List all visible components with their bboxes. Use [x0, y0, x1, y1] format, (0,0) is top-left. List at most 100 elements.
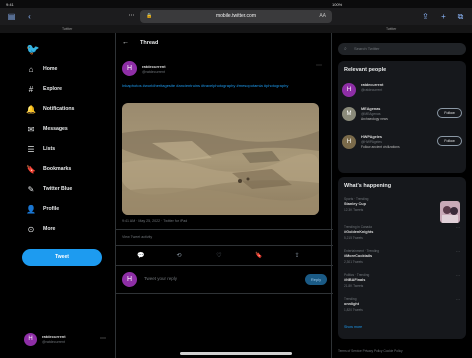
address-text: mobile.twitter.com [215, 13, 256, 19]
more-circle-icon: ⊙ [27, 225, 35, 234]
share-icon[interactable]: ⇪ [292, 251, 302, 261]
tweet-author[interactable]: H ratdecurrent @ratdecurrent ⋯ [122, 61, 322, 79]
tab-twitter-2[interactable]: Twitter [386, 27, 396, 32]
trend-category: Trending in Canada [344, 225, 372, 229]
retweet-icon[interactable]: ⟲ [174, 251, 184, 261]
more-dots-icon[interactable]: ⋯ [456, 297, 460, 302]
nav-lists[interactable]: ☰ Lists [22, 143, 112, 157]
tweet-activity-link[interactable]: View Tweet activity [122, 235, 152, 239]
search-placeholder: Search Twitter [354, 46, 380, 51]
like-icon[interactable]: ♡ [214, 251, 224, 261]
nav-label: More [43, 226, 56, 232]
nav-label: Explore [43, 86, 63, 92]
trend-title: #MoreCocktails [344, 254, 373, 258]
whats-happening-title: What's happening [344, 183, 392, 189]
more-dots-icon[interactable]: ⋯ [100, 335, 106, 342]
trend-count: 5,215 Tweets [344, 236, 363, 240]
reply-button[interactable]: Reply [305, 274, 327, 285]
trend-item[interactable]: Sports · Trending Stanley Cup 12.3K Twee… [344, 197, 434, 215]
trend-item[interactable]: Trending in Canada #GoldenKnights 5,215 … [344, 225, 460, 243]
nav-home[interactable]: ⌂ Home [22, 63, 112, 77]
avatar: H [24, 333, 37, 346]
nav-profile[interactable]: 👤 Profile [22, 203, 112, 217]
more-dots-icon[interactable]: ⋯ [456, 273, 460, 278]
tweet-actions: 💬 ⟲ ♡ 🔖 ⇪ [116, 249, 333, 263]
whats-happening-card: What's happening Sports · Trending Stanl… [338, 177, 466, 339]
tweet-media-image[interactable] [122, 103, 319, 215]
nav-label: Home [43, 66, 58, 72]
account-name: ratdecurrent [42, 334, 66, 339]
nav-label: Lists [43, 146, 56, 152]
divider [116, 245, 333, 246]
address-bar[interactable]: 🔒 mobile.twitter.com AA [140, 10, 332, 23]
nav-label: Notifications [43, 106, 75, 112]
more-dots-icon[interactable]: ⋯ [456, 249, 460, 254]
trend-item[interactable]: Trending onnlight 1,820 Tweets ⋯ [344, 297, 460, 315]
trend-title: onnlight [344, 302, 359, 306]
author-name[interactable]: ratdecurrent [142, 64, 166, 69]
avatar[interactable]: H [342, 135, 356, 149]
more-dots-icon[interactable]: ⋯ [316, 62, 322, 69]
person-handle: @HWPAgeles [361, 140, 382, 144]
bookmark-icon[interactable]: 🔖 [254, 251, 264, 261]
nav-notifications[interactable]: 🔔 Notifications [22, 103, 112, 117]
back-arrow-icon[interactable]: ‹ [24, 11, 35, 22]
twitter-bird-icon[interactable]: 🐦 [26, 43, 40, 56]
nav-bookmarks[interactable]: 🔖 Bookmarks [22, 163, 112, 177]
avatar[interactable]: M [342, 107, 356, 121]
nav-more[interactable]: ⊙ More [22, 223, 112, 237]
show-more-link[interactable]: Show more [344, 325, 362, 329]
more-dots-icon[interactable]: ⋯ [456, 225, 460, 230]
trend-item[interactable]: Entertainment · Trending #MoreCocktails … [344, 249, 460, 267]
person-name[interactable]: HWPAgeles [361, 135, 382, 139]
account-switcher[interactable]: H ratdecurrent @ratdecurrent ⋯ [22, 331, 112, 349]
trend-title: #NBAFinals [344, 278, 366, 282]
trend-category: Entertainment · Trending [344, 249, 380, 253]
nav-twitter-blue[interactable]: ✎ Twitter Blue [22, 183, 112, 197]
trend-thumbnail-image[interactable] [440, 201, 460, 223]
hashtag-icon: # [28, 85, 34, 94]
reply-input[interactable]: Tweet your reply [144, 276, 177, 281]
nav-messages[interactable]: ✉ Messages [22, 123, 112, 137]
person-item[interactable]: M MEAgenas @MEAgenas Archaeology news Fo… [342, 105, 462, 125]
trend-count: 2,301 Tweets [344, 260, 363, 264]
back-arrow-icon[interactable]: ← [122, 39, 129, 46]
page-menu-icon[interactable]: ⋯ [126, 11, 137, 22]
trend-title: Stanley Cup [344, 202, 366, 206]
avatar[interactable]: H [122, 61, 137, 76]
search-input[interactable]: ⌕ Search Twitter [338, 43, 466, 55]
divider [116, 293, 333, 294]
home-icon: ⌂ [28, 65, 34, 74]
person-name[interactable]: ratdecurrent [361, 83, 383, 87]
new-tab-icon[interactable]: + [438, 11, 449, 22]
tab-twitter-1[interactable]: Twitter [62, 27, 72, 32]
person-name[interactable]: MEAgenas [361, 107, 380, 111]
share-icon[interactable]: ⇪ [420, 11, 431, 22]
sidebar-toggle-icon[interactable]: ▤ [6, 11, 17, 22]
landscape-photo [122, 103, 319, 215]
reply-icon[interactable]: 💬 [136, 251, 146, 261]
person-item[interactable]: H HWPAgeles @HWPAgeles Follow ancient ci… [342, 133, 462, 153]
reader-icon[interactable]: AA [319, 10, 326, 23]
trend-category: Trending [344, 297, 357, 301]
person-item[interactable]: H ratdecurrent @ratdecurrent [342, 81, 462, 101]
status-bar: 9:41 100% [0, 0, 472, 8]
page-title: Thread [140, 40, 159, 46]
trend-item[interactable]: Politics · Trending #NBAFinals 21.8K Twe… [344, 273, 460, 291]
divider [116, 229, 333, 230]
list-icon: ☰ [27, 145, 35, 154]
follow-button[interactable]: Follow [437, 108, 462, 118]
relevant-people-title: Relevant people [344, 67, 387, 73]
tweet-button[interactable]: Tweet [22, 249, 102, 266]
avatar: H [122, 272, 137, 287]
footer-links[interactable]: Terms of Service Privacy Policy Cookie P… [338, 349, 403, 353]
nav-label: Bookmarks [43, 166, 72, 172]
tweet-text[interactable]: Inkaphotos #worldheritagesite #ancientru… [122, 83, 322, 89]
tabs-overview-icon[interactable]: ⧉ [455, 11, 466, 22]
avatar[interactable]: H [342, 83, 356, 97]
trend-count: 1,820 Tweets [344, 308, 363, 312]
nav-explore[interactable]: # Explore [22, 83, 112, 97]
trend-photo [440, 201, 460, 223]
follow-button[interactable]: Follow [437, 136, 462, 146]
person-bio: Archaeology news [361, 117, 388, 121]
